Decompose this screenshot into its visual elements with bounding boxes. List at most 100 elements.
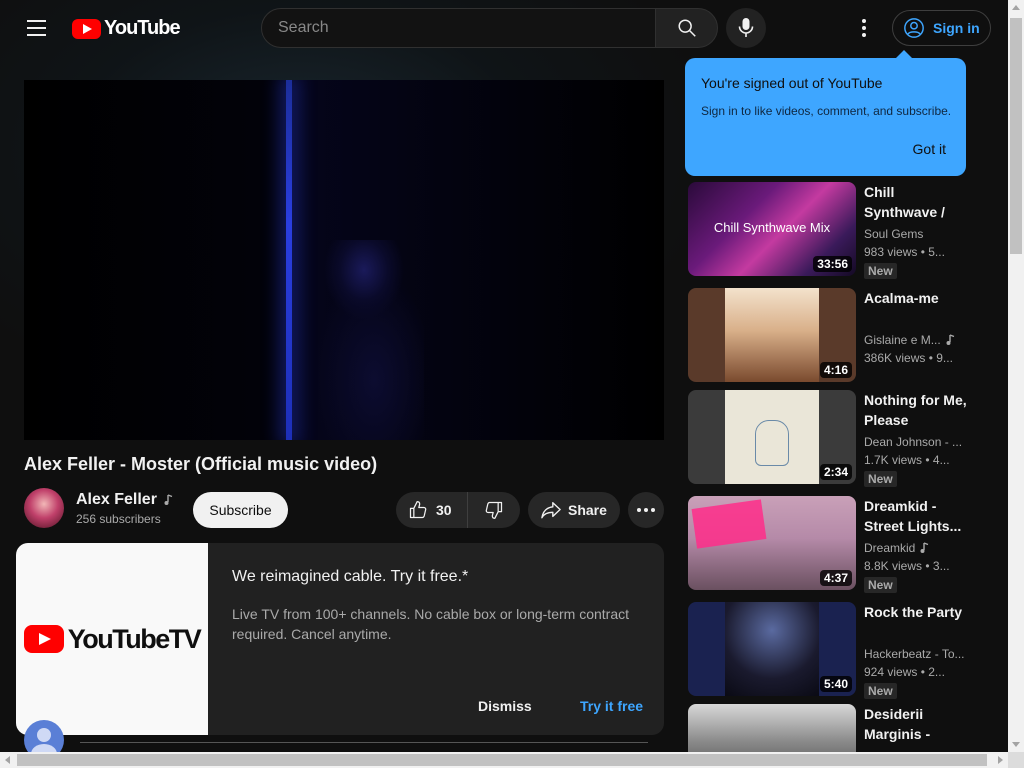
- channel-name: Alex Feller: [76, 490, 157, 508]
- voice-search-button[interactable]: [726, 8, 766, 48]
- music-note-icon: [164, 493, 173, 505]
- channel-name[interactable]: Dean Johnson - ...: [864, 435, 964, 449]
- search-button[interactable]: [655, 8, 718, 48]
- video-title[interactable]: Acalma-me: [864, 288, 968, 328]
- subscribe-button[interactable]: Subscribe: [193, 492, 288, 528]
- sign-in-button[interactable]: Sign in: [892, 10, 991, 46]
- youtube-logo[interactable]: YouTube: [72, 17, 181, 40]
- channel-name-text: Soul Gems: [864, 227, 924, 241]
- signed-out-tooltip: You're signed out of YouTube Sign in to …: [685, 50, 966, 176]
- youtube-play-icon: [72, 18, 101, 39]
- like-count: 30: [436, 502, 452, 518]
- like-dislike-group: 30: [396, 492, 520, 528]
- share-icon: [541, 502, 561, 519]
- scrollbar-corner: [1008, 752, 1024, 768]
- album-cover: [725, 390, 819, 484]
- video-thumbnail[interactable]: 2:34: [688, 390, 856, 484]
- scroll-left-arrow-icon[interactable]: [5, 756, 10, 764]
- video-title[interactable]: Dreamkid - Street Lights...: [864, 496, 968, 536]
- video-metadata: 924 views • 2...: [864, 665, 945, 679]
- channel-name[interactable]: Hackerbeatz - To...: [864, 647, 964, 661]
- horizontal-scroll-thumb[interactable]: [17, 754, 987, 766]
- video-duration: 33:56: [813, 256, 852, 272]
- vertical-scrollbar[interactable]: [1008, 0, 1024, 752]
- thumbs-down-icon: [485, 501, 503, 519]
- scroll-up-arrow-icon[interactable]: [1012, 5, 1020, 10]
- video-thumbnail[interactable]: [688, 704, 856, 752]
- video-figure: [314, 240, 424, 440]
- video-duration: 2:34: [819, 464, 852, 480]
- recommendation-item[interactable]: Chill Synthwave Mix 33:56 Chill Synthwav…: [688, 182, 998, 279]
- comment-input-underline[interactable]: [80, 742, 648, 743]
- album-cover: [725, 602, 819, 696]
- channel-name[interactable]: Dreamkid: [864, 541, 964, 555]
- video-light-bar: [286, 80, 292, 440]
- channel-name-text: Gislaine e M...: [864, 333, 941, 347]
- dislike-button[interactable]: [468, 492, 520, 528]
- video-thumbnail[interactable]: Chill Synthwave Mix 33:56: [688, 182, 856, 276]
- recommendation-item[interactable]: 2:34 Nothing for Me, Please Dean Johnson…: [688, 390, 998, 487]
- channel-avatar[interactable]: [24, 488, 64, 528]
- new-badge: New: [864, 577, 897, 593]
- video-title[interactable]: Desiderii Marginis - The...: [864, 704, 968, 744]
- sign-in-label: Sign in: [933, 20, 980, 36]
- recommendation-item[interactable]: 5:40 Rock the Party Hackerbeatz - To... …: [688, 602, 998, 699]
- ad-title: We reimagined cable. Try it free.*: [232, 568, 469, 585]
- share-label: Share: [568, 502, 607, 518]
- video-title[interactable]: Rock the Party: [864, 602, 968, 642]
- channel-name[interactable]: Soul Gems: [864, 227, 964, 241]
- search-box: [261, 8, 656, 48]
- scroll-down-arrow-icon[interactable]: [1012, 742, 1020, 747]
- video-duration: 5:40: [819, 676, 852, 692]
- channel-name-text: Hackerbeatz - To...: [864, 647, 964, 661]
- channel-name-text: Dean Johnson - ...: [864, 435, 963, 449]
- new-badge: New: [864, 263, 897, 279]
- dismiss-button[interactable]: Dismiss: [478, 698, 532, 714]
- music-note-icon: [946, 334, 954, 345]
- video-player[interactable]: [24, 80, 664, 440]
- youtube-tv-logo[interactable]: YouTubeTV: [16, 543, 208, 735]
- subscriber-count: 256 subscribers: [76, 511, 161, 526]
- video-duration: 4:37: [819, 570, 852, 586]
- channel-name[interactable]: Gislaine e M...: [864, 333, 964, 347]
- channel-name-text: Dreamkid: [864, 541, 916, 555]
- recommendation-item[interactable]: 4:16 Acalma-me Gislaine e M... 386K view…: [688, 288, 998, 382]
- video-thumbnail[interactable]: 5:40: [688, 602, 856, 696]
- thumbnail-caption: Chill Synthwave Mix: [713, 220, 831, 235]
- youtube-tv-play-icon: [23, 625, 64, 653]
- tooltip-title: You're signed out of YouTube: [701, 75, 883, 91]
- music-note-icon: [920, 542, 929, 553]
- search-input[interactable]: [278, 19, 655, 37]
- video-metadata: 8.8K views • 3...: [864, 559, 950, 573]
- got-it-button[interactable]: Got it: [913, 141, 946, 157]
- video-thumbnail[interactable]: 4:37: [688, 496, 856, 590]
- video-thumbnail[interactable]: 4:16: [688, 288, 856, 382]
- video-metadata: 1.7K views • 4...: [864, 453, 950, 467]
- settings-menu-button[interactable]: [844, 8, 884, 48]
- scroll-right-arrow-icon[interactable]: [998, 756, 1003, 764]
- masthead: YouTube Sign in: [0, 0, 1008, 56]
- recommendation-item[interactable]: Desiderii Marginis - The...: [688, 704, 998, 752]
- search-icon: [677, 19, 696, 37]
- vertical-scroll-thumb[interactable]: [1010, 18, 1022, 254]
- more-actions-button[interactable]: [628, 492, 664, 528]
- video-metadata: 983 views • 5...: [864, 245, 945, 259]
- ad-description: Live TV from 100+ channels. No cable box…: [232, 606, 629, 642]
- recommendation-item[interactable]: 4:37 Dreamkid - Street Lights... Dreamki…: [688, 496, 998, 593]
- video-title[interactable]: Nothing for Me, Please: [864, 390, 968, 430]
- album-cover: [725, 288, 819, 382]
- like-button[interactable]: 30: [396, 492, 468, 528]
- horizontal-scrollbar[interactable]: [0, 752, 1008, 768]
- tooltip-body: Sign in to like videos, comment, and sub…: [701, 104, 952, 118]
- thumbnail-graphic: [691, 499, 767, 549]
- account-icon: [904, 18, 924, 38]
- thumbs-up-icon: [409, 501, 427, 519]
- video-title: Alex Feller - Moster (Official music vid…: [24, 454, 378, 474]
- logo-text: YouTube: [104, 17, 181, 39]
- share-button[interactable]: Share: [528, 492, 620, 528]
- channel-name-row[interactable]: Alex Feller: [76, 491, 173, 509]
- video-title[interactable]: Chill Synthwave / Electronic M...: [864, 182, 968, 222]
- try-it-free-button[interactable]: Try it free: [580, 698, 643, 714]
- microphone-icon: [738, 18, 754, 37]
- menu-icon[interactable]: [16, 8, 56, 48]
